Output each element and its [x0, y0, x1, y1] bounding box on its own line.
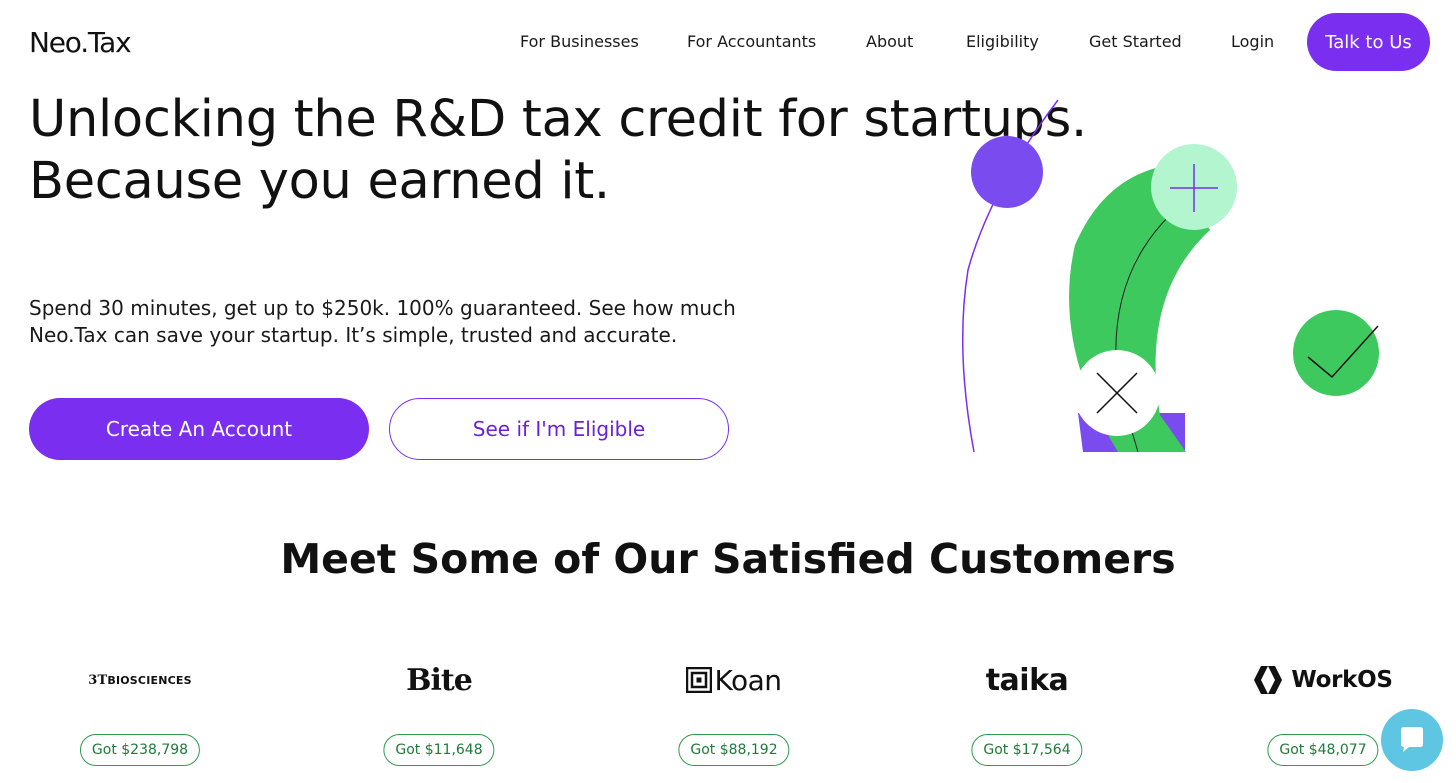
- hero-title: Unlocking the R&D tax credit for startup…: [29, 89, 1087, 213]
- customer-logo: 3T BIOSCIENCES: [30, 658, 250, 702]
- customer-logo: Bite: [406, 662, 473, 698]
- workos-icon: [1254, 666, 1283, 694]
- nav-eligibility[interactable]: Eligibility: [966, 32, 1039, 51]
- savings-badge: Got $11,648: [383, 734, 495, 766]
- customer-taika: taika Got $17,564: [917, 650, 1137, 783]
- hero-title-line-2: Because you earned it.: [29, 152, 610, 211]
- savings-badge: Got $238,798: [79, 734, 201, 766]
- nav-login[interactable]: Login: [1231, 32, 1274, 51]
- close-icon: [1074, 350, 1160, 436]
- customers-title: Meet Some of Our Satisfied Customers: [280, 535, 1176, 583]
- nav-about[interactable]: About: [866, 32, 913, 51]
- plus-icon: [1151, 144, 1237, 230]
- nav-for-businesses[interactable]: For Businesses: [520, 32, 639, 51]
- savings-badge: Got $48,077: [1267, 734, 1379, 766]
- hero-subtitle: Spend 30 minutes, get up to $250k. 100% …: [29, 295, 736, 349]
- nav-for-accountants[interactable]: For Accountants: [687, 32, 816, 51]
- hero-illustration: [961, 99, 1379, 453]
- see-if-eligible-button[interactable]: See if I'm Eligible: [389, 398, 729, 460]
- customer-3t-biosciences: 3T BIOSCIENCES Got $238,798: [30, 650, 250, 783]
- customer-logo: taika: [985, 662, 1069, 698]
- customer-bite: Bite Got $11,648: [329, 650, 549, 783]
- chat-button[interactable]: [1381, 709, 1443, 771]
- check-icon: [1293, 310, 1379, 396]
- create-account-button[interactable]: Create An Account: [29, 398, 369, 460]
- nav-get-started[interactable]: Get Started: [1089, 32, 1182, 51]
- customer-logo: Koan: [624, 658, 844, 702]
- hero-subtitle-line-1: Spend 30 minutes, get up to $250k. 100% …: [29, 296, 736, 320]
- customer-logo: WorkOS: [1213, 658, 1433, 702]
- logo-text: Koan: [714, 663, 782, 697]
- logo-prefix: 3T: [88, 672, 108, 688]
- hero-subtitle-line-2: Neo.Tax can save your startup. It’s simp…: [29, 323, 678, 347]
- logo-text: BIOSCIENCES: [107, 673, 192, 687]
- customer-koan: Koan Got $88,192: [624, 650, 844, 783]
- chat-icon: [1401, 727, 1423, 752]
- logo-text: WorkOS: [1291, 667, 1393, 693]
- talk-to-us-button[interactable]: Talk to Us: [1307, 13, 1430, 71]
- koan-icon: [686, 667, 713, 693]
- hero-title-line-1: Unlocking the R&D tax credit for startup…: [29, 90, 1087, 149]
- purple-dot: [971, 136, 1043, 208]
- savings-badge: Got $17,564: [971, 734, 1083, 766]
- neotax-logo[interactable]: Neo.Tax: [29, 26, 132, 59]
- savings-badge: Got $88,192: [678, 734, 790, 766]
